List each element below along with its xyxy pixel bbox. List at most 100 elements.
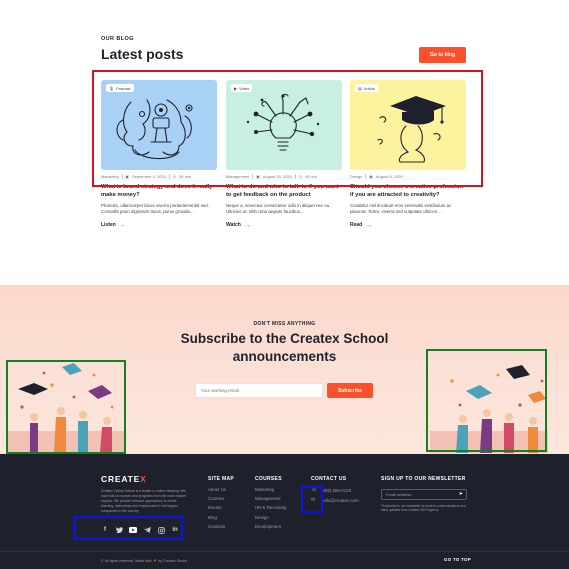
newsletter-placeholder: Email address <box>386 492 412 497</box>
go-to-blog-button[interactable]: Go to blog <box>419 47 466 63</box>
blog-card-podcast[interactable]: 🎙 Podcast Marketing ▣ September 4, 2020 … <box>101 80 217 229</box>
blog-card-tag-label: Article <box>363 85 375 91</box>
meta-divider <box>252 174 253 179</box>
blog-card-date: August 8, 2020 <box>375 174 403 179</box>
blog-card-tag: 🎙 Podcast <box>106 84 134 92</box>
blog-eyebrow: OUR BLOG <box>101 36 134 42</box>
blog-card-duration: 36 min <box>179 174 192 179</box>
sitemap-link-about[interactable]: About Us <box>208 487 226 492</box>
go-to-top-label: GO TO TOP <box>444 557 471 562</box>
contact-email[interactable]: hello@createx.com <box>321 498 359 503</box>
read-link[interactable]: Read → <box>350 221 373 229</box>
course-link-design[interactable]: Design <box>255 515 286 520</box>
footer-bottom-bar: © All rights reserved. Made with ♥ by Cr… <box>0 551 569 569</box>
blog-card-excerpt: Pharetra, ullamcorper lacus viverra port… <box>101 203 209 215</box>
twitter-icon[interactable] <box>115 526 123 534</box>
social-links: f in <box>101 526 179 534</box>
linkedin-icon[interactable]: in <box>171 526 179 534</box>
subscribe-button[interactable]: Subscribe <box>327 383 373 398</box>
play-icon: ▶ <box>234 85 238 91</box>
file-icon: ▤ <box>358 85 362 91</box>
blog-card-date: September 4, 2020 <box>131 174 166 179</box>
go-to-top-link[interactable]: GO TO TOP <box>444 557 471 562</box>
blog-card-image[interactable]: 🎙 Podcast <box>101 80 217 170</box>
meta-divider <box>365 174 367 179</box>
copyright: © All rights reserved. Made with ♥ by Cr… <box>101 558 187 563</box>
heart-icon: ♥ <box>153 558 157 563</box>
blog-card-category: Marketing <box>101 174 119 179</box>
newsletter-email-input[interactable]: Email address ➤ <box>381 489 467 500</box>
blog-card-excerpt: Neque a, senectus consectetur odio in al… <box>226 203 331 215</box>
contact-phone-row[interactable]: ☏ (405) 555-0128 <box>311 487 359 493</box>
arrow-right-icon: → <box>243 221 251 229</box>
blog-card-tag-label: Video <box>239 85 250 91</box>
meta-divider <box>294 174 296 179</box>
course-link-management[interactable]: Management <box>255 496 286 501</box>
blog-card-date: August 25, 2020 <box>262 174 292 179</box>
clock-icon: ◷ <box>172 174 177 179</box>
subscribe-eyebrow: DON'T MISS ANYTHING <box>253 321 316 327</box>
mail-icon: ✉ <box>311 497 316 504</box>
blog-card-image[interactable]: ▤ Article <box>350 80 466 170</box>
sitemap-list: About Us Courses Events Blog Contacts <box>208 487 226 529</box>
blog-card-meta: Management ▣ August 25, 2020 ◷ 45 min <box>226 174 342 179</box>
blog-section: OUR BLOG Latest posts Go to blog 🎙 Podca… <box>0 0 569 285</box>
contact-phone[interactable]: (405) 555-0128 <box>321 488 351 493</box>
microphone-icon: 🎙 <box>109 85 115 91</box>
blog-card-meta: Marketing ▣ September 4, 2020 ◷ 36 min <box>101 174 217 179</box>
subscribe-section: DON'T MISS ANYTHING Subscribe to the Cre… <box>0 285 569 454</box>
sitemap-heading: SITE MAP <box>208 476 235 482</box>
blog-card-image[interactable]: ▶ Video <box>226 80 342 170</box>
sitemap-link-blog[interactable]: Blog <box>208 515 226 520</box>
site-footer: CREATEX Createx Online School is a leade… <box>0 454 569 569</box>
lightbulb-illustration <box>246 93 320 151</box>
arrow-right-icon: → <box>365 221 373 229</box>
newsletter-note: *Subscribe to our newsletter to receive … <box>381 504 466 513</box>
logo-text: CREATE <box>101 474 141 484</box>
blog-card-tag-label: Podcast <box>116 85 131 91</box>
instagram-icon[interactable] <box>157 526 165 534</box>
calendar-icon: ▣ <box>125 174 129 179</box>
footer-about-text: Createx Online School is a leader in onl… <box>101 489 186 513</box>
blog-card-video[interactable]: ▶ Video Management ▣ August 25, 2020 ◷ 4… <box>226 80 342 229</box>
blog-card-article[interactable]: ▤ Article Design ▣ August 8, 2020 Should… <box>350 80 466 229</box>
calendar-icon: ▣ <box>369 174 373 179</box>
blog-card-tag: ▤ Article <box>355 84 378 92</box>
course-link-development[interactable]: Development <box>255 524 286 529</box>
blog-card-title[interactable]: Should you choose a creative profession … <box>350 183 468 199</box>
copyright-by: by Createx Studio <box>158 558 187 563</box>
arrow-right-icon[interactable]: ➤ <box>459 491 463 497</box>
sitemap-link-courses[interactable]: Courses <box>208 496 226 501</box>
listen-link[interactable]: Listen → <box>101 221 126 229</box>
logo-x: X <box>140 474 147 484</box>
blog-card-cta-label: Read <box>350 222 363 228</box>
blog-card-title[interactable]: What to do and who to talk to if you wan… <box>226 183 344 199</box>
blog-card-tag: ▶ Video <box>231 84 253 92</box>
courses-list: Marketing Management HR & Recruiting Des… <box>255 487 286 529</box>
youtube-icon[interactable] <box>129 526 137 534</box>
subscribe-title: Subscribe to the Createx School announce… <box>180 331 389 364</box>
sitemap-link-events[interactable]: Events <box>208 505 226 510</box>
courses-heading: COURSES <box>255 476 282 482</box>
createx-logo[interactable]: CREATEX <box>101 474 147 484</box>
sitemap-link-contacts[interactable]: Contacts <box>208 524 226 529</box>
blog-card-title[interactable]: What is brand strategy and does it reall… <box>101 183 219 199</box>
facebook-icon[interactable]: f <box>101 526 109 534</box>
blog-card-category: Management <box>226 174 250 179</box>
blog-card-cta-label: Listen <box>101 222 116 228</box>
contact-email-row[interactable]: ✉ hello@createx.com <box>311 497 359 503</box>
course-link-marketing[interactable]: Marketing <box>255 487 286 492</box>
contact-list: ☏ (405) 555-0128 ✉ hello@createx.com <box>311 487 359 503</box>
celebration-illustration-left <box>8 363 126 453</box>
watch-link[interactable]: Watch → <box>226 221 251 229</box>
arrow-right-icon: → <box>118 221 126 229</box>
subscribe-email-input[interactable] <box>195 383 323 398</box>
phone-icon: ☏ <box>311 487 318 493</box>
blog-card-meta: Design ▣ August 8, 2020 <box>350 174 466 179</box>
podcast-illustration <box>116 99 193 160</box>
course-link-hr[interactable]: HR & Recruiting <box>255 505 286 510</box>
calendar-icon: ▣ <box>255 174 260 179</box>
newsletter-heading: SIGN UP TO OUR NEWSLETTER <box>381 476 466 482</box>
telegram-icon[interactable] <box>143 526 151 534</box>
blog-card-duration: 45 min <box>304 174 317 179</box>
